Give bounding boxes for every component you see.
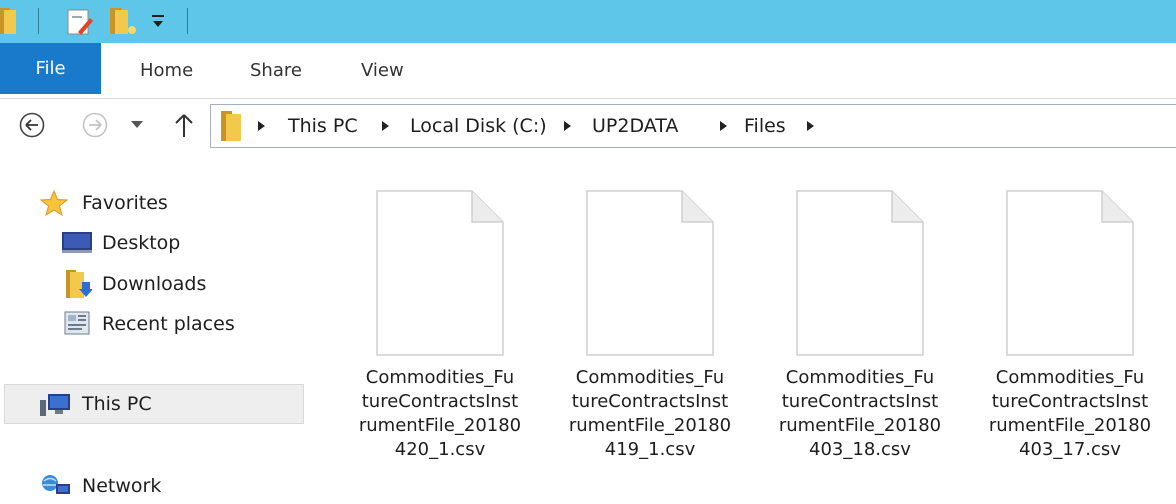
recent-places-icon: [64, 311, 90, 335]
file-name[interactable]: Commodities_Fu tureContractsInst rumentF…: [342, 366, 538, 462]
csv-file-icon: [376, 190, 504, 356]
customize-qat-icon[interactable]: [151, 12, 165, 30]
breadcrumb-item[interactable]: Local Disk (C:): [410, 105, 547, 147]
tab-share[interactable]: Share: [250, 43, 302, 98]
qat-separator: [187, 8, 188, 34]
pane-divider[interactable]: [308, 165, 309, 502]
nav-network[interactable]: Network: [82, 468, 161, 504]
title-bar: [0, 0, 1176, 43]
nav-recent-places[interactable]: Recent places: [102, 306, 235, 342]
tab-view[interactable]: View: [361, 43, 404, 98]
breadcrumb-separator[interactable]: [564, 121, 571, 131]
file-name-line: 420_1.csv: [394, 439, 486, 460]
nav-desktop[interactable]: Desktop: [102, 225, 180, 261]
file-item[interactable]: Commodities_Fu tureContractsInst rumentF…: [972, 180, 1168, 500]
back-icon[interactable]: [19, 112, 45, 138]
tab-home[interactable]: Home: [140, 43, 193, 98]
breadcrumb-item[interactable]: This PC: [288, 105, 358, 147]
qat-separator: [38, 8, 39, 34]
breadcrumb-separator[interactable]: [382, 121, 389, 131]
desktop-icon: [62, 232, 92, 253]
file-name-line: tureContractsInst: [571, 391, 729, 412]
folder-icon[interactable]: [0, 8, 18, 34]
csv-file-icon: [796, 190, 924, 356]
file-item[interactable]: Commodities_Fu tureContractsInst rumentF…: [762, 180, 958, 500]
up-icon[interactable]: [174, 113, 194, 137]
file-name-line: Commodities_Fu: [995, 367, 1145, 388]
breadcrumb-separator[interactable]: [258, 121, 265, 131]
breadcrumb-separator[interactable]: [807, 121, 814, 131]
file-name-line: tureContractsInst: [361, 391, 519, 412]
file-name-line: rumentFile_20180: [358, 415, 522, 436]
recent-locations-icon[interactable]: [131, 121, 143, 129]
properties-icon[interactable]: [66, 8, 94, 36]
star-icon: [40, 190, 68, 216]
file-name-line: 403_17.csv: [1019, 439, 1121, 460]
file-name[interactable]: Commodities_Fu tureContractsInst rumentF…: [552, 366, 748, 462]
file-name-line: rumentFile_20180: [568, 415, 732, 436]
breadcrumb-item[interactable]: UP2DATA: [592, 105, 678, 147]
file-name-line: rumentFile_20180: [778, 415, 942, 436]
ribbon-tab-bar: File Home Share View: [0, 43, 1176, 99]
file-name-line: Commodities_Fu: [785, 367, 935, 388]
breadcrumb-item[interactable]: Files: [744, 105, 786, 147]
file-name-line: 419_1.csv: [604, 439, 696, 460]
tab-file[interactable]: File: [0, 43, 101, 94]
new-folder-icon[interactable]: [110, 8, 138, 34]
nav-this-pc[interactable]: This PC: [82, 386, 152, 422]
network-icon: [42, 475, 70, 494]
navigation-bar: This PC Local Disk (C:) UP2DATA Files: [0, 99, 1176, 159]
file-name-line: rumentFile_20180: [988, 415, 1152, 436]
downloads-icon: [66, 270, 92, 298]
nav-downloads[interactable]: Downloads: [102, 266, 206, 302]
file-name-line: tureContractsInst: [781, 391, 939, 412]
file-name-line: 403_18.csv: [809, 439, 911, 460]
file-name[interactable]: Commodities_Fu tureContractsInst rumentF…: [972, 366, 1168, 462]
file-name-line: tureContractsInst: [991, 391, 1149, 412]
forward-icon[interactable]: [82, 112, 108, 138]
file-name-line: Commodities_Fu: [575, 367, 725, 388]
nav-favorites[interactable]: Favorites: [82, 185, 168, 221]
csv-file-icon: [1006, 190, 1134, 356]
file-item[interactable]: Commodities_Fu tureContractsInst rumentF…: [342, 180, 538, 500]
folder-icon: [221, 111, 241, 141]
file-name[interactable]: Commodities_Fu tureContractsInst rumentF…: [762, 366, 958, 462]
computer-icon: [40, 394, 70, 416]
file-item[interactable]: Commodities_Fu tureContractsInst rumentF…: [552, 180, 748, 500]
address-bar[interactable]: This PC Local Disk (C:) UP2DATA Files: [210, 104, 1176, 148]
breadcrumb-separator[interactable]: [720, 121, 727, 131]
csv-file-icon: [586, 190, 714, 356]
file-name-line: Commodities_Fu: [365, 367, 515, 388]
